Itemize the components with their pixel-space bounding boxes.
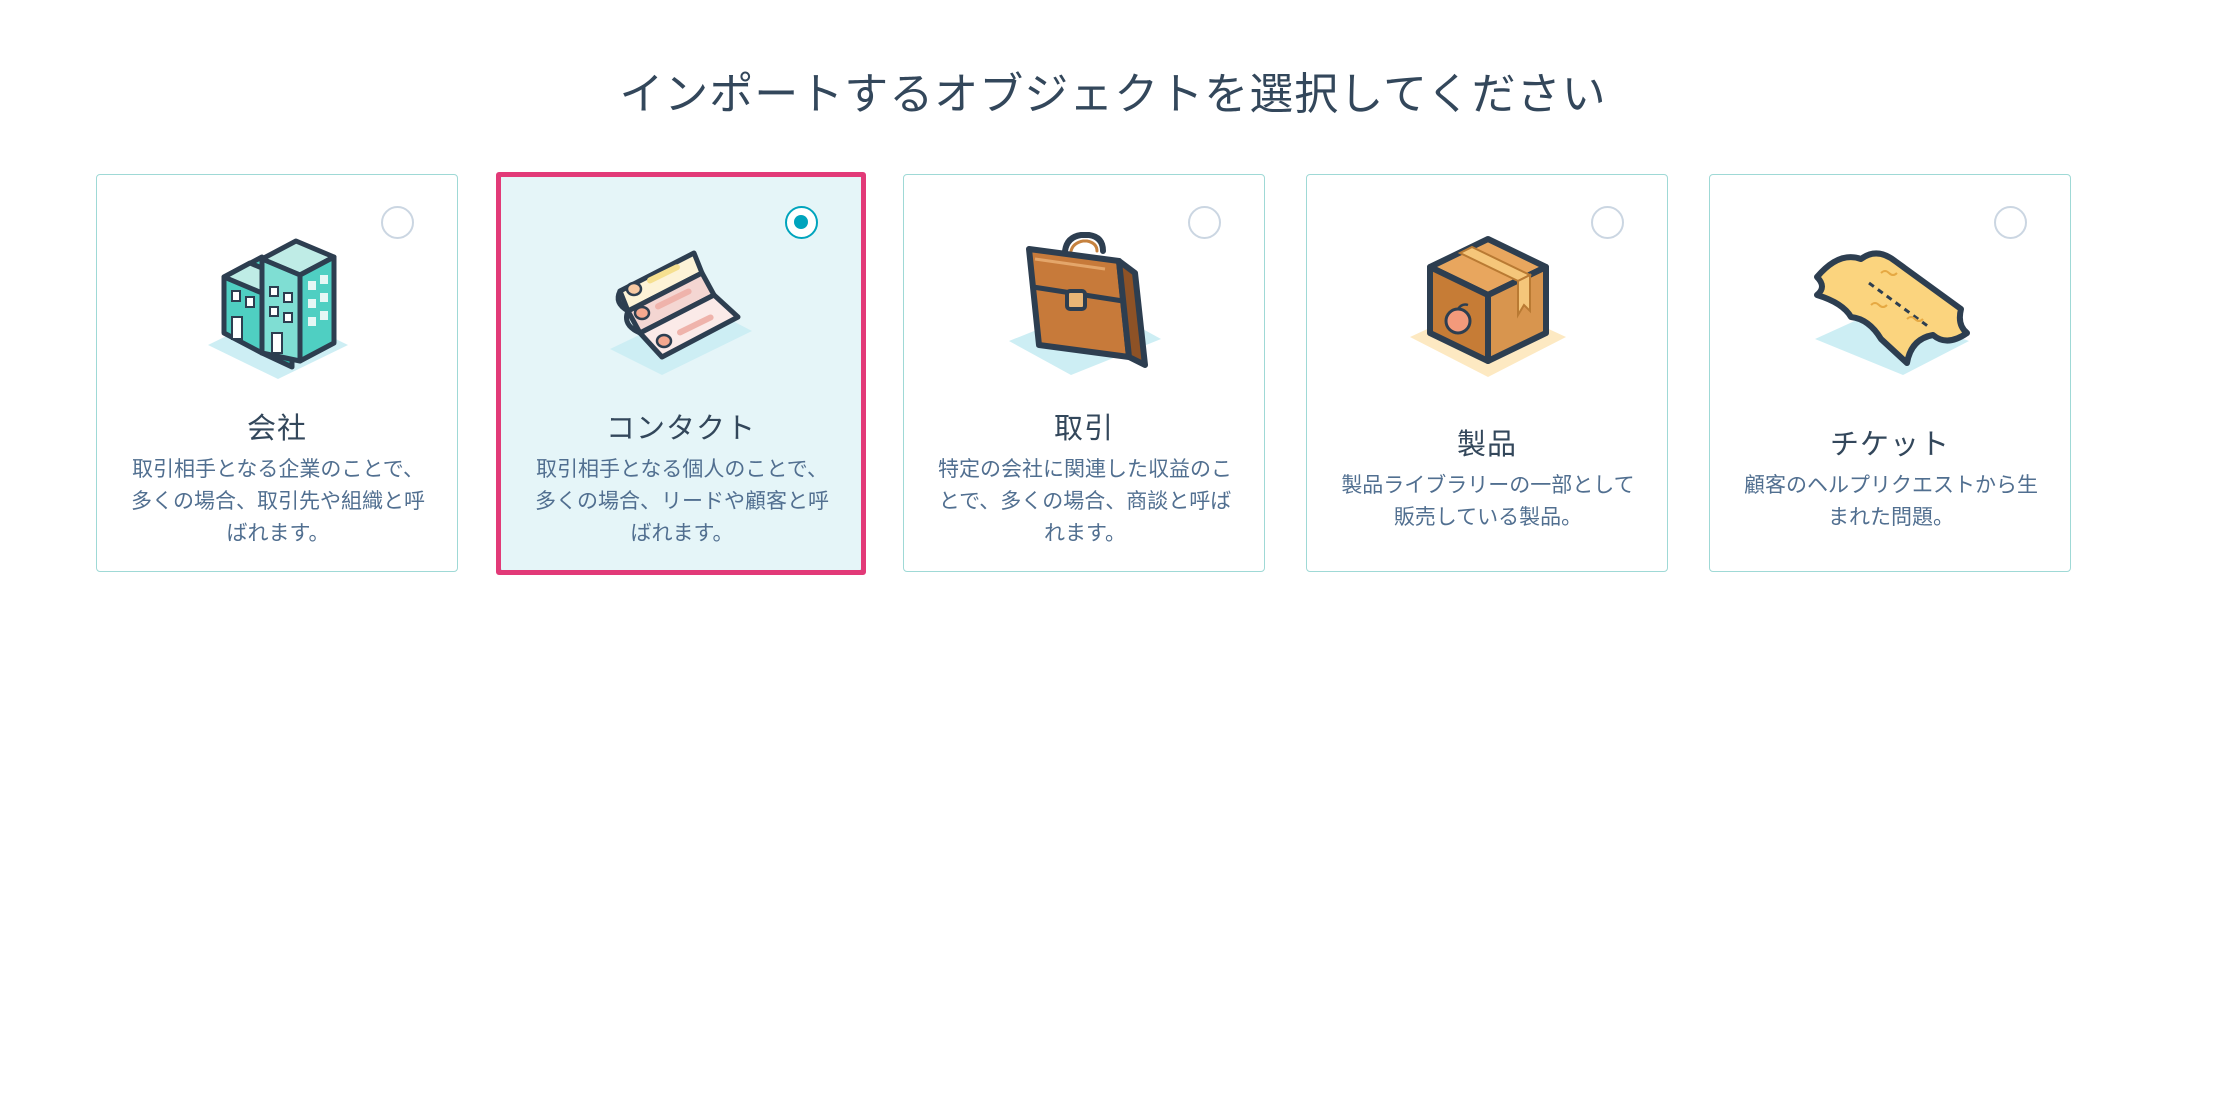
card-description-line: 取引相手となる個人のことで、 xyxy=(536,457,828,481)
card-title-deal: 取引 xyxy=(1053,411,1114,445)
radio-company[interactable] xyxy=(381,206,414,239)
card-description-line: 販売している製品。 xyxy=(1393,505,1583,529)
object-card-company[interactable]: 会社 取引相手となる企業のことで、 多くの場合、取引先や組織と呼 ばれます。 xyxy=(96,174,458,572)
card-description-line: ばれます。 xyxy=(226,521,330,545)
radio-deal[interactable] xyxy=(1188,206,1221,239)
card-title-ticket: チケット xyxy=(1829,427,1950,461)
card-description-line: ばれます。 xyxy=(630,521,734,545)
card-title-product: 製品 xyxy=(1456,427,1517,461)
object-card-ticket[interactable]: チケット 顧客のヘルプリクエストから生 まれた問題。 xyxy=(1709,174,2071,572)
card-description-company: 取引相手となる企業のことで、 多くの場合、取引先や組織と呼 ばれます。 xyxy=(119,453,437,549)
card-description-line: 多くの場合、取引先や組織と呼 xyxy=(131,489,425,513)
building-icon xyxy=(198,221,358,381)
contact-cards-icon xyxy=(602,221,762,381)
card-description-ticket: 顧客のヘルプリクエストから生 まれた問題。 xyxy=(1732,469,2050,533)
radio-ticket[interactable] xyxy=(1994,206,2027,239)
card-description-product: 製品ライブラリーの一部として 販売している製品。 xyxy=(1329,469,1647,533)
page-title: インポートするオブジェクトを選択してください xyxy=(619,69,1607,120)
briefcase-icon xyxy=(1005,221,1165,381)
box-icon xyxy=(1408,221,1568,381)
card-description-line: 多くの場合、リードや顧客と呼 xyxy=(535,489,829,513)
card-description-line: とで、多くの場合、商談と呼ば xyxy=(938,489,1232,513)
card-description-line: 製品ライブラリーの一部として xyxy=(1341,473,1635,497)
radio-product[interactable] xyxy=(1591,206,1624,239)
card-description-line: 顧客のヘルプリクエストから生 xyxy=(1744,473,2038,497)
card-description-line: れます。 xyxy=(1044,521,1126,545)
object-card-product[interactable]: 製品 製品ライブラリーの一部として 販売している製品。 xyxy=(1306,174,1668,572)
card-description-deal: 特定の会社に関連した収益のこ とで、多くの場合、商談と呼ば れます。 xyxy=(926,453,1244,549)
radio-contact[interactable] xyxy=(785,206,818,239)
card-title-contact: コンタクト xyxy=(605,411,756,445)
object-card-contact[interactable]: コンタクト 取引相手となる個人のことで、 多くの場合、リードや顧客と呼 ばれます… xyxy=(500,174,862,572)
card-description-line: まれた問題。 xyxy=(1828,505,1954,529)
card-description-line: 取引相手となる企業のことで、 xyxy=(132,457,424,481)
object-card-deal[interactable]: 取引 特定の会社に関連した収益のこ とで、多くの場合、商談と呼ば れます。 xyxy=(903,174,1265,572)
card-title-company: 会社 xyxy=(246,411,307,445)
card-description-contact: 取引相手となる個人のことで、 多くの場合、リードや顧客と呼 ばれます。 xyxy=(523,453,841,549)
card-description-line: 特定の会社に関連した収益のこ xyxy=(938,457,1232,481)
ticket-icon xyxy=(1811,221,1971,381)
